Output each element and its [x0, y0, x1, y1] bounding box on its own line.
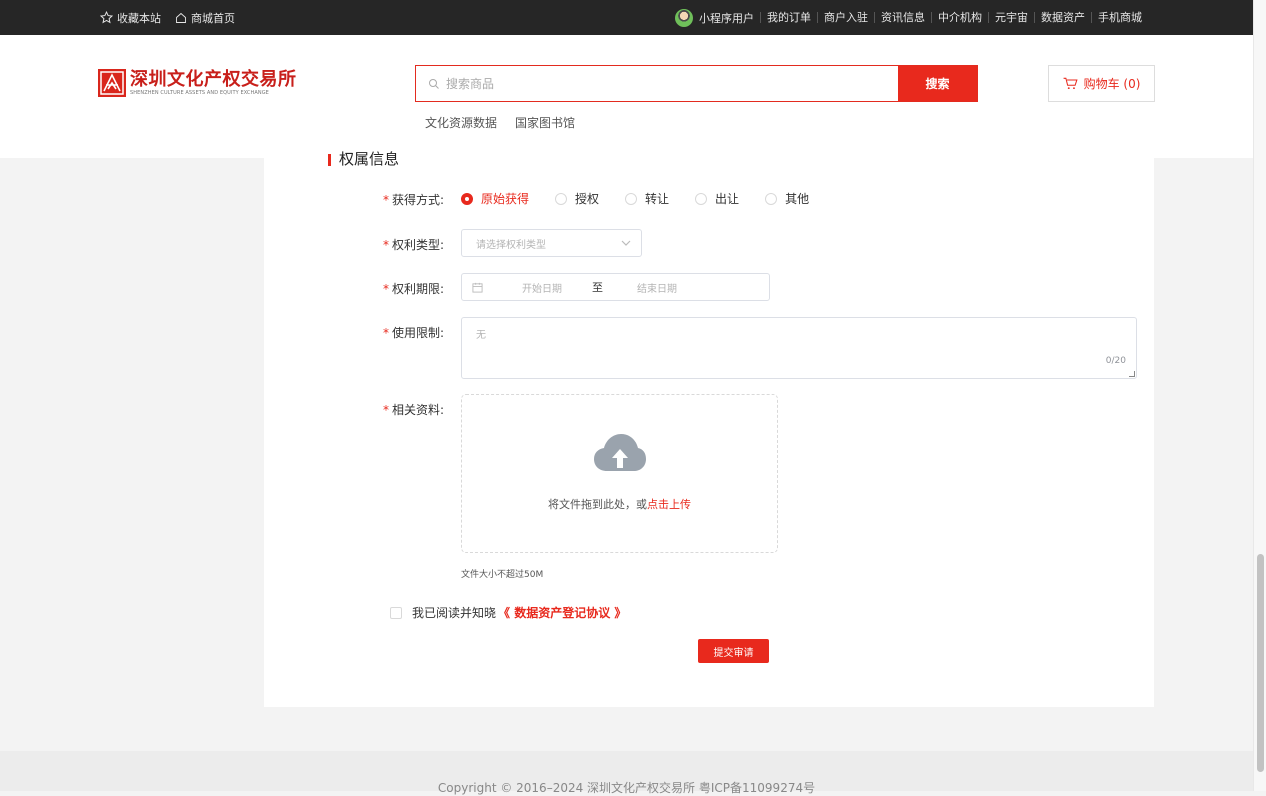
radio-license[interactable]: 授权: [555, 190, 599, 207]
radio-dot: [765, 192, 778, 205]
nav-agencies[interactable]: 中介机构: [931, 12, 988, 23]
acquire-radio-group: 原始获得 授权 转让 出让 其他: [461, 190, 835, 207]
radio-transfer[interactable]: 转让: [625, 190, 669, 207]
nav-merchant-join[interactable]: 商户入驻: [817, 12, 874, 23]
user-menu[interactable]: 小程序用户: [675, 8, 760, 27]
favorite-label: 收藏本站: [117, 11, 161, 25]
agreement-link[interactable]: 《 数据资产登记协议 》: [498, 604, 626, 621]
logo-subtitle: SHENZHEN CULTURE ASSETS AND EQUITY EXCHA…: [130, 90, 269, 96]
agreement-row: 我已阅读并知晓 《 数据资产登记协议 》: [390, 604, 626, 621]
right-type-placeholder: 请选择权利类型: [476, 239, 546, 251]
right-term-label: * 权利期限:: [382, 282, 444, 296]
usage-limit-label: * 使用限制:: [382, 326, 444, 340]
nav-mobile-mall[interactable]: 手机商城: [1091, 12, 1148, 23]
usage-limit-placeholder: 无: [476, 330, 486, 341]
logo-mark-icon: [98, 69, 126, 97]
hot-links: 文化资源数据 国家图书馆: [425, 114, 575, 131]
search-bar: 搜索商品 搜索: [415, 65, 978, 102]
char-counter: 0/20: [1105, 356, 1126, 366]
star-icon: [100, 11, 113, 24]
end-date-input[interactable]: 结束日期: [637, 280, 677, 295]
cart-icon: [1063, 77, 1078, 90]
acquire-label: * 获得方式:: [382, 193, 444, 207]
favorite-link[interactable]: 收藏本站: [100, 10, 161, 26]
date-separator: 至: [592, 281, 603, 294]
radio-dot: [461, 192, 473, 205]
avatar: [675, 8, 693, 27]
start-date-input[interactable]: 开始日期: [522, 280, 582, 295]
upload-dropzone[interactable]: 将文件拖到此处，或点击上传: [461, 394, 778, 553]
top-bar: 收藏本站 商城首页 小程序用户 我的订单 商户入驻 资讯信息 中介机构 元宇宙 …: [0, 0, 1253, 35]
scrollbar-thumb[interactable]: [1257, 554, 1264, 772]
materials-label: * 相关资料:: [382, 403, 444, 417]
hot-link-national-library[interactable]: 国家图书馆: [515, 114, 575, 131]
radio-other[interactable]: 其他: [765, 190, 809, 207]
nav-news[interactable]: 资讯信息: [874, 12, 931, 23]
site-logo[interactable]: 深圳文化产权交易所 SHENZHEN CULTURE ASSETS AND EQ…: [98, 69, 297, 97]
footer: Copyright © 2016–2024 深圳文化产权交易所 粤ICP备110…: [0, 751, 1253, 795]
click-upload-link[interactable]: 点击上传: [647, 498, 691, 511]
agreement-text: 我已阅读并知晓: [412, 606, 497, 620]
right-type-label: * 权利类型:: [382, 238, 444, 252]
usage-limit-textarea[interactable]: 无 0/20: [461, 317, 1137, 379]
cloud-upload-icon: [594, 434, 646, 471]
cart-label: 购物车 (0): [1083, 77, 1141, 91]
submit-button[interactable]: 提交审请: [698, 639, 769, 663]
calendar-icon: [472, 282, 484, 293]
upload-tip: 将文件拖到此处，或点击上传: [548, 498, 691, 511]
file-size-hint: 文件大小不超过50M: [461, 570, 544, 580]
radio-original[interactable]: 原始获得: [461, 190, 529, 207]
search-input[interactable]: 搜索商品: [416, 66, 898, 101]
nav-my-orders[interactable]: 我的订单: [760, 12, 817, 23]
search-placeholder: 搜索商品: [446, 77, 495, 91]
radio-dot: [625, 192, 638, 205]
site-header: 深圳文化产权交易所 SHENZHEN CULTURE ASSETS AND EQ…: [0, 35, 1253, 158]
hot-link-culture-data[interactable]: 文化资源数据: [425, 114, 497, 131]
section-title: 权属信息: [328, 150, 399, 166]
section-marker: [328, 154, 331, 166]
agreement-checkbox[interactable]: [390, 606, 402, 619]
radio-dot: [695, 192, 708, 205]
radio-assign[interactable]: 出让: [695, 190, 739, 207]
date-range-picker[interactable]: 开始日期 至 结束日期: [461, 273, 770, 301]
mall-home-link[interactable]: 商城首页: [175, 10, 235, 26]
page-scrollbar[interactable]: [1253, 0, 1266, 791]
search-button[interactable]: 搜索: [898, 66, 977, 101]
nav-metaverse[interactable]: 元宇宙: [988, 12, 1034, 23]
mall-home-label: 商城首页: [191, 11, 235, 25]
resize-handle-icon[interactable]: [1129, 371, 1135, 377]
home-icon: [176, 12, 186, 23]
search-icon: [429, 78, 439, 89]
cart-button[interactable]: 购物车 (0): [1048, 65, 1155, 102]
logo-title: 深圳文化产权交易所: [130, 69, 297, 90]
form-card: 权属信息 * 获得方式: 原始获得 授权 转让 出让 其他 * 权利类型: 请选择权…: [264, 150, 1154, 707]
radio-dot: [555, 192, 568, 205]
nav-data-assets[interactable]: 数据资产: [1034, 12, 1091, 23]
copyright-text: Copyright © 2016–2024 深圳文化产权交易所 粤ICP备110…: [437, 781, 816, 795]
right-type-select[interactable]: 请选择权利类型: [461, 229, 642, 257]
user-name: 小程序用户: [699, 11, 754, 25]
chevron-down-icon: [621, 240, 631, 246]
